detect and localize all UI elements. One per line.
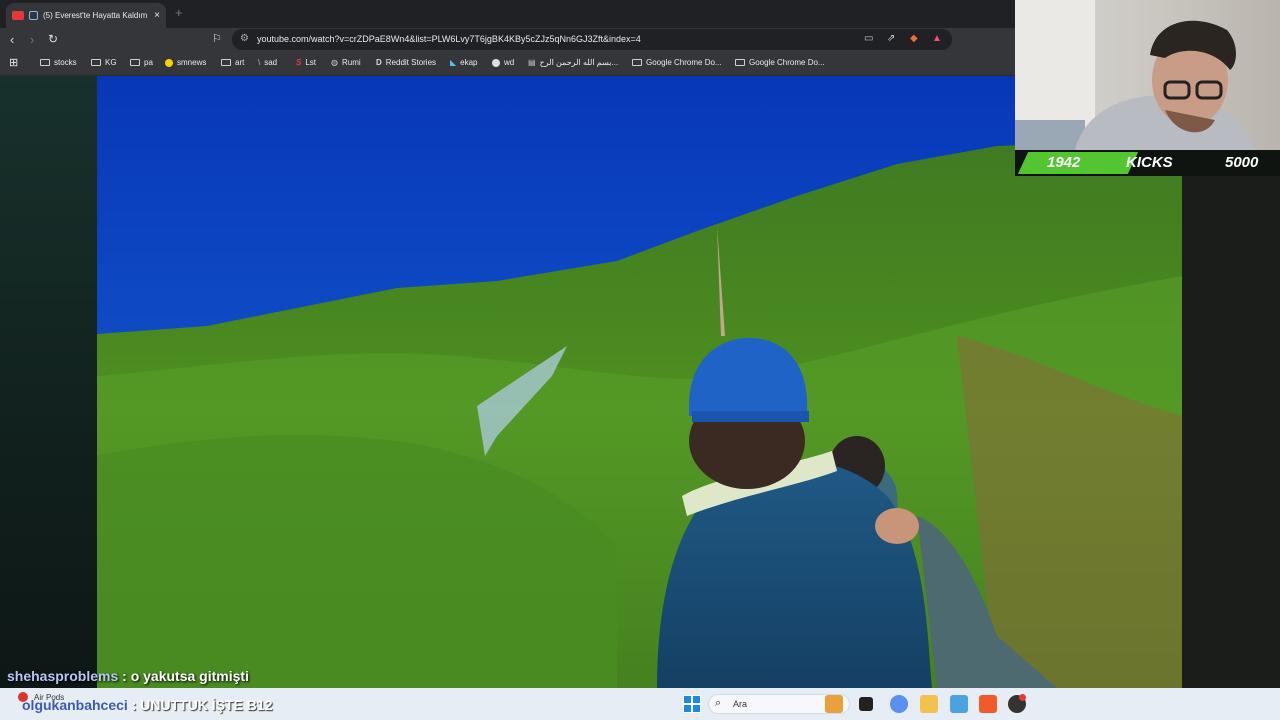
bookmark-label: ekap <box>460 58 478 67</box>
s-logo-icon: S <box>296 58 302 67</box>
url-text[interactable]: youtube.com/watch?v=crZDPaE8Wn4&list=PLW… <box>257 34 641 44</box>
bookmark-label: KG <box>105 58 117 67</box>
snipping-tool-icon[interactable] <box>950 695 968 713</box>
w-logo-icon <box>492 58 500 67</box>
rewards-icon[interactable]: ▲ <box>932 33 942 44</box>
bookmark-chrome-docs-1[interactable]: Google Chrome Do... <box>632 58 722 67</box>
brave-browser-icon[interactable] <box>979 695 997 713</box>
apps-grid-icon[interactable]: ⊞ <box>9 56 18 69</box>
task-view-icon[interactable] <box>859 697 873 711</box>
kicks-goal: 5000 <box>1225 154 1259 171</box>
d-logo-icon: D <box>376 58 382 67</box>
brave-shield-icon[interactable]: ◆ <box>910 33 918 44</box>
folder-icon <box>91 59 101 66</box>
bookmark-label: stocks <box>54 58 77 67</box>
windows-start-icon[interactable] <box>683 695 701 713</box>
file-explorer-icon[interactable] <box>920 695 938 713</box>
kicks-label: KICKS <box>1126 154 1173 171</box>
screen: (5) Everest'te Hayatta Kaldım × + ‹ › ↻ … <box>0 0 1280 720</box>
browser-tabbar: (5) Everest'te Hayatta Kaldım × + <box>0 0 1015 28</box>
folder-icon <box>40 59 50 66</box>
address-bar[interactable]: ⚙ youtube.com/watch?v=crZDPaE8Wn4&list=P… <box>232 29 952 50</box>
bookmark-smnews[interactable]: smnews <box>165 58 206 67</box>
bookmark-label: بسم الله الرحمن الرح... <box>539 58 619 67</box>
bookmark-label: Google Chrome Do... <box>646 58 722 67</box>
bookmark-icon[interactable]: ⚐ <box>212 32 222 45</box>
bookmark-label: Lst <box>305 58 317 67</box>
chat-message: olgukanbahceci : UNUTTUK İŞTE B12 <box>22 697 273 713</box>
windows-logo-svg <box>684 696 700 712</box>
bookmark-label: wd <box>504 58 515 67</box>
bookmark-label: Reddit Stories <box>385 58 437 67</box>
stream-background-left <box>0 76 97 688</box>
doc-icon: ▤ <box>528 58 536 67</box>
folder-icon <box>221 59 231 66</box>
chat-username: shehasproblems <box>7 668 119 684</box>
webcam-feed <box>1015 0 1280 150</box>
bookmark-label: sad <box>264 58 278 67</box>
copilot-icon[interactable] <box>890 695 908 713</box>
bookmark-lst[interactable]: S Lst <box>296 58 316 67</box>
browser-tab[interactable]: (5) Everest'te Hayatta Kaldım × <box>6 3 166 28</box>
stream-background-right <box>1182 176 1280 688</box>
bookmark-reddit-stories[interactable]: D Reddit Stories <box>376 58 436 67</box>
site-info-icon[interactable]: ⚙ <box>240 33 249 44</box>
bookmark-wd[interactable]: wd <box>492 58 514 67</box>
chat-username: olgukanbahceci <box>22 697 128 713</box>
folder-icon <box>735 59 745 66</box>
screen-share-icon <box>29 11 38 20</box>
streamer-image <box>1015 0 1255 150</box>
youtube-icon <box>12 11 24 20</box>
folder-icon <box>130 59 140 66</box>
globe-icon: ◍ <box>331 58 338 67</box>
search-icon: ⌕ <box>715 697 722 709</box>
recording-dot <box>1019 694 1026 701</box>
slash-icon: \ <box>258 58 261 67</box>
bookmarks-bar: ⊞ stocks KG pa smnews art \ sad S Lst ◍ Rum… <box>0 52 1015 76</box>
forward-icon[interactable]: › <box>30 32 34 47</box>
bookmark-label: smnews <box>177 58 207 67</box>
yellow-dot-icon <box>165 58 173 67</box>
chat-text: : UNUTTUK İŞTE B12 <box>131 697 273 713</box>
folder-icon <box>632 59 642 66</box>
tab-title: (5) Everest'te Hayatta Kaldım <box>43 11 148 20</box>
bookmark-bismillah[interactable]: ▤ بسم الله الرحمن الرح... <box>528 58 618 67</box>
bookmark-label: Rumi <box>341 58 361 67</box>
kicks-count: 1942 <box>1047 154 1081 171</box>
back-icon[interactable]: ‹ <box>10 32 14 47</box>
bookmark-ekap[interactable]: ◣ ekap <box>450 58 478 67</box>
bookmark-pa[interactable]: pa <box>130 58 153 67</box>
bookmark-label: pa <box>144 58 153 67</box>
bookmark-stocks[interactable]: stocks <box>40 58 77 67</box>
chat-text: : o yakutsa gitmişti <box>122 668 249 684</box>
weather-widget-icon[interactable] <box>825 695 843 713</box>
reload-icon[interactable]: ↻ <box>48 32 58 46</box>
bookmark-label: Google Chrome Do... <box>749 58 825 67</box>
bookmark-chrome-docs-2[interactable]: Google Chrome Do... <box>735 58 825 67</box>
browser-toolbar: ‹ › ↻ ⚐ ⚙ youtube.com/watch?v=crZDPaE8Wn… <box>0 28 1015 52</box>
share-icon[interactable]: ⇗ <box>887 33 895 44</box>
bookmark-sad[interactable]: \ sad <box>258 58 277 67</box>
close-tab-icon[interactable]: × <box>154 10 160 21</box>
e-logo-icon: ◣ <box>450 58 457 67</box>
bookmark-label: art <box>235 58 245 67</box>
chat-message: shehasproblems : o yakutsa gitmişti <box>7 668 249 684</box>
new-tab-icon[interactable]: + <box>175 5 183 20</box>
kicks-goal-bar: 1942 KICKS 5000 <box>1015 150 1280 176</box>
search-placeholder: Ara <box>733 699 748 709</box>
bookmark-kg[interactable]: KG <box>91 58 117 67</box>
bookmark-art[interactable]: art <box>221 58 244 67</box>
cast-icon[interactable]: ▭ <box>864 33 873 44</box>
bookmark-rumi[interactable]: ◍ Rumi <box>331 58 361 67</box>
